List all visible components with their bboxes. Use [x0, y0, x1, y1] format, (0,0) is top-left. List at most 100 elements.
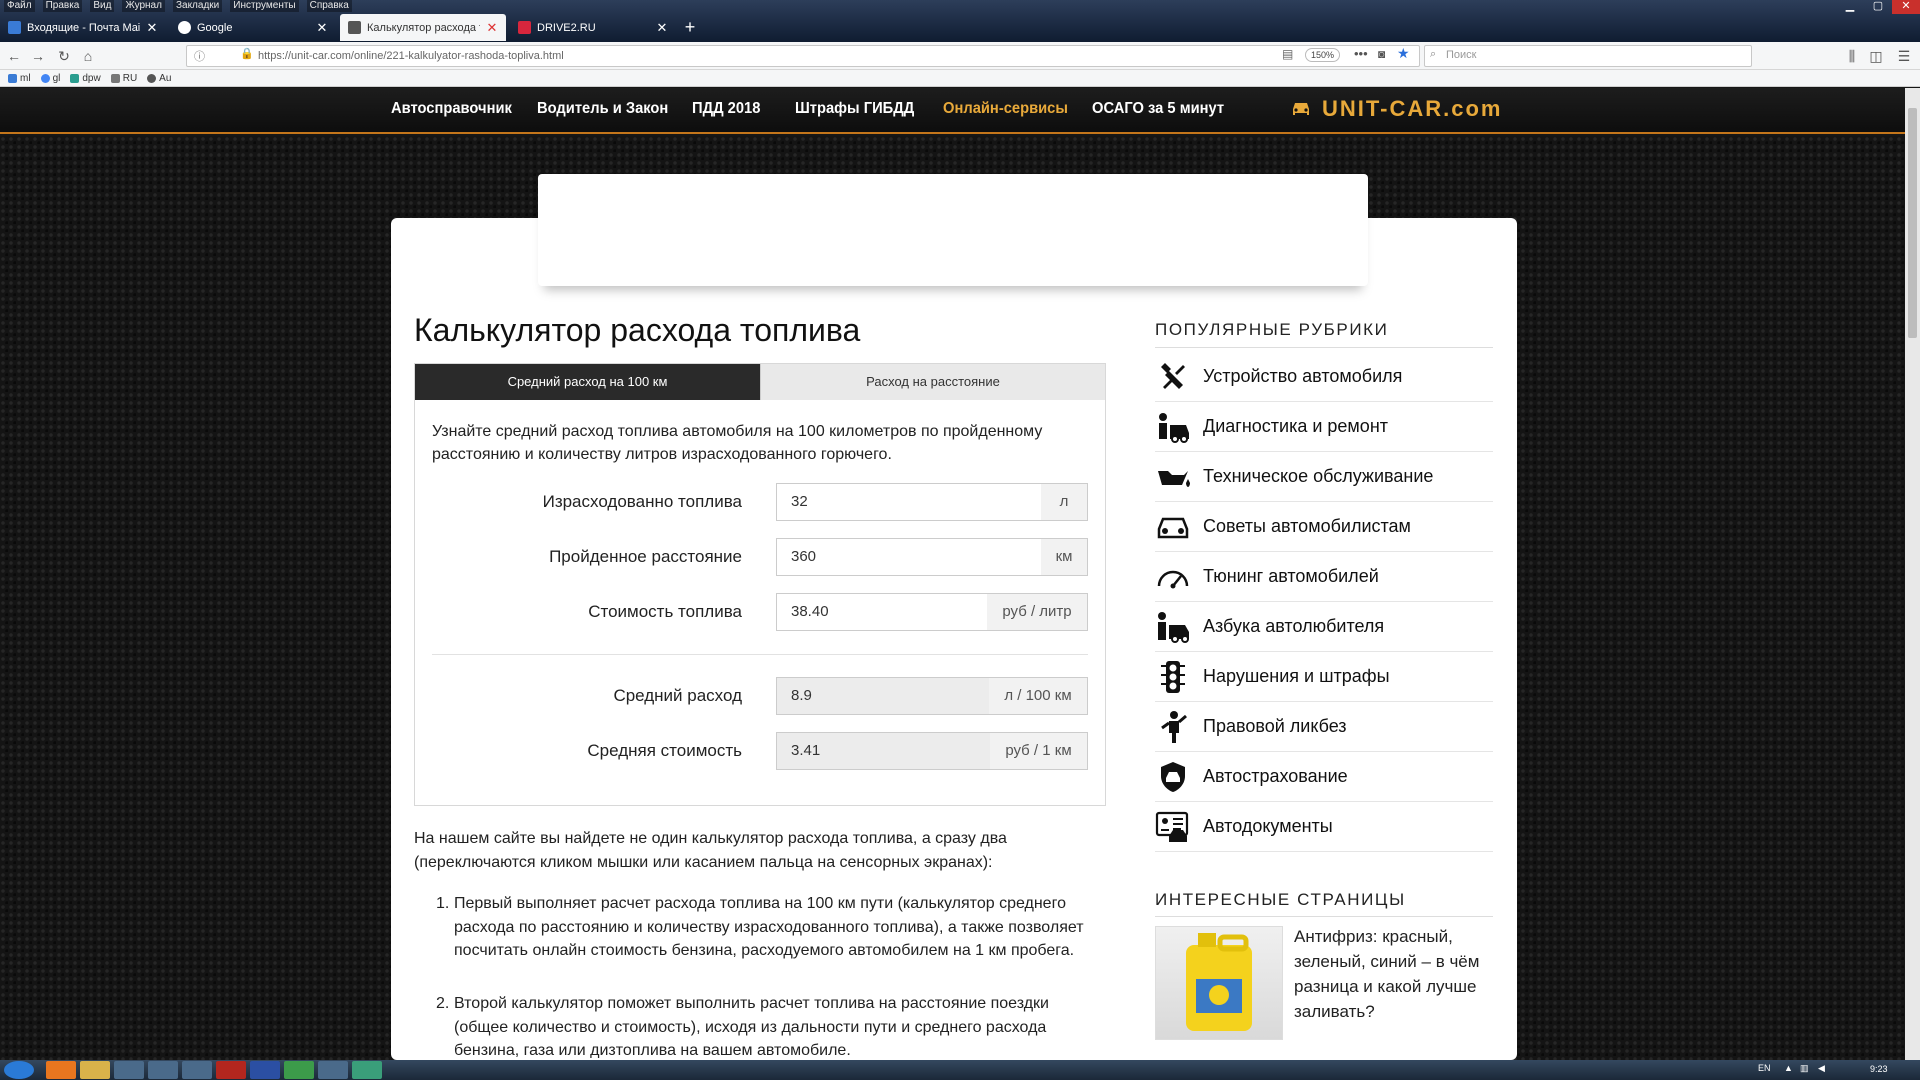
- back-arrow-icon[interactable]: ←: [4, 46, 24, 66]
- bookmark-item[interactable]: gl: [40, 73, 60, 84]
- list-number: 1.: [436, 895, 450, 912]
- interesting-page-link[interactable]: Антифриз: красный, зеленый, синий – в чё…: [1294, 924, 1494, 1024]
- menu-file[interactable]: Файл: [4, 0, 35, 12]
- network-tray-icon[interactable]: ▥: [1800, 1063, 1809, 1074]
- sidebar-item-tuning[interactable]: Тюнинг автомобилей: [1155, 552, 1493, 602]
- explorer-taskbar-icon[interactable]: [80, 1061, 110, 1079]
- reader-view-icon[interactable]: ▤: [1282, 47, 1293, 61]
- sidebar-item-violations[interactable]: Нарушения и штрафы: [1155, 652, 1493, 702]
- distance-unit: км: [1041, 538, 1088, 576]
- taskbar-app-icon[interactable]: [114, 1061, 144, 1079]
- taskbar-app-icon[interactable]: [182, 1061, 212, 1079]
- browser-tab-google[interactable]: Google ✕: [170, 14, 336, 41]
- library-icon[interactable]: ⫼: [1842, 46, 1862, 66]
- sidebar-item-diagnostics[interactable]: Диагностика и ремонт: [1155, 402, 1493, 452]
- bookmark-item[interactable]: Au: [147, 73, 171, 84]
- nav-autoreference[interactable]: Автосправочник: [391, 100, 512, 118]
- minimize-window-icon[interactable]: ▁: [1836, 0, 1864, 14]
- scrollbar-thumb[interactable]: [1908, 108, 1917, 338]
- sidebar-item-advice[interactable]: Советы автомобилистам: [1155, 502, 1493, 552]
- sidebar-divider: [1155, 347, 1493, 348]
- close-tab-icon[interactable]: ✕: [146, 20, 158, 36]
- insurance-icon: [1155, 759, 1191, 795]
- taskbar-app-icon[interactable]: [318, 1061, 348, 1079]
- bookmark-favicon-icon: [110, 73, 120, 83]
- bookmark-item[interactable]: dpw: [70, 73, 101, 84]
- browser-tab-calculator[interactable]: Калькулятор расхода топлива ✕: [340, 14, 506, 41]
- antifreeze-thumbnail[interactable]: [1155, 926, 1283, 1040]
- hamburger-menu-icon[interactable]: ☰: [1894, 46, 1914, 66]
- bookmark-star-icon[interactable]: ★: [1397, 45, 1410, 62]
- page-actions-icon[interactable]: •••: [1354, 46, 1368, 61]
- sidebar-item-documents[interactable]: Автодокументы: [1155, 802, 1493, 852]
- start-button-icon[interactable]: [4, 1061, 34, 1079]
- sidebar-item-abc[interactable]: Азбука автолюбителя: [1155, 602, 1493, 652]
- excel-taskbar-icon[interactable]: [284, 1061, 314, 1079]
- search-placeholder: Поиск: [1446, 49, 1477, 61]
- bookmarks-bar: ml gl dpw RU Au: [0, 70, 1920, 87]
- tab-distance-consumption[interactable]: Расход на расстояние: [760, 364, 1105, 400]
- sidebar-item-label: Правовой ликбез: [1203, 716, 1347, 736]
- menu-view[interactable]: Вид: [90, 0, 115, 12]
- home-icon[interactable]: ⌂: [78, 46, 98, 66]
- tray-arrow-icon[interactable]: ▲: [1784, 1063, 1793, 1073]
- sidebar-item-maintenance[interactable]: Техническое обслуживание: [1155, 452, 1493, 502]
- menu-history[interactable]: Журнал: [122, 0, 165, 12]
- bookmark-item[interactable]: ml: [8, 73, 31, 84]
- firefox-taskbar-icon[interactable]: [46, 1061, 76, 1079]
- menu-edit[interactable]: Правка: [42, 0, 83, 12]
- url-text[interactable]: https://unit-car.com/online/221-kalkulya…: [258, 48, 564, 64]
- page-title: Калькулятор расхода топлива: [414, 312, 861, 348]
- reload-icon[interactable]: ↻: [54, 46, 74, 66]
- car-advice-icon: [1155, 509, 1191, 545]
- nav-driver-law[interactable]: Водитель и Закон: [537, 100, 668, 118]
- avg-cost-label: Средняя стоимость: [587, 741, 742, 760]
- taskbar-app-icon[interactable]: [352, 1061, 382, 1079]
- bookmark-favicon-icon: [147, 73, 157, 83]
- photoshop-taskbar-icon[interactable]: [250, 1061, 280, 1079]
- bookmark-item[interactable]: RU: [110, 73, 137, 84]
- menu-bookmarks[interactable]: Закладки: [172, 0, 223, 12]
- menu-help[interactable]: Справка: [306, 0, 352, 12]
- maximize-window-icon[interactable]: ▢: [1864, 0, 1892, 14]
- fuel-price-input[interactable]: 38.40: [776, 593, 988, 631]
- close-window-icon[interactable]: ✕: [1892, 0, 1920, 14]
- pdf-taskbar-icon[interactable]: [216, 1061, 246, 1079]
- pocket-icon[interactable]: ◙: [1378, 47, 1385, 61]
- nav-pdd-2018[interactable]: ПДД 2018: [692, 100, 760, 118]
- volume-tray-icon[interactable]: ◀: [1818, 1063, 1825, 1074]
- sidebar-item-label: Техническое обслуживание: [1203, 466, 1434, 486]
- fuel-used-input[interactable]: 32: [776, 483, 1042, 521]
- close-tab-icon[interactable]: ✕: [316, 20, 328, 36]
- new-tab-button[interactable]: +: [676, 14, 704, 40]
- nav-fines[interactable]: Штрафы ГИБДД: [795, 100, 914, 118]
- tab-title: Входящие - Почта Mail.Ru: [27, 21, 140, 34]
- driver-icon: [1155, 609, 1191, 645]
- browser-tab-drive2[interactable]: DRIVE2.RU ✕: [510, 14, 676, 41]
- nav-osago[interactable]: ОСАГО за 5 минут: [1092, 100, 1224, 118]
- avg-consumption-unit: л / 100 км: [989, 677, 1088, 715]
- forward-arrow-icon[interactable]: →: [28, 46, 48, 66]
- tab-average-consumption[interactable]: Средний расход на 100 км: [415, 364, 760, 400]
- zoom-level-badge[interactable]: 150%: [1305, 48, 1341, 62]
- avg-cost-output: 3.41: [776, 732, 991, 770]
- browser-tab-mail[interactable]: Входящие - Почта Mail.Ru ✕: [0, 14, 166, 41]
- sidebar-toggle-icon[interactable]: ◫: [1866, 46, 1886, 66]
- documents-icon: [1155, 809, 1191, 845]
- logo-car-icon: [1293, 103, 1309, 115]
- keyboard-language[interactable]: EN: [1758, 1063, 1771, 1073]
- sidebar-item-insurance[interactable]: Автострахование: [1155, 752, 1493, 802]
- distance-input[interactable]: 360: [776, 538, 1042, 576]
- site-logo[interactable]: UNIT-CAR.com: [1290, 96, 1502, 122]
- taskbar-app-icon[interactable]: [148, 1061, 178, 1079]
- sidebar-item-label: Устройство автомобиля: [1203, 366, 1403, 386]
- nav-online-services[interactable]: Онлайн-сервисы: [943, 100, 1068, 118]
- menu-tools[interactable]: Инструменты: [230, 0, 299, 12]
- sidebar-item-car-structure[interactable]: Устройство автомобиля: [1155, 352, 1493, 402]
- close-tab-icon[interactable]: ✕: [656, 20, 668, 36]
- bookmark-favicon-icon: [40, 73, 50, 83]
- taskbar-clock[interactable]: 9:23: [1870, 1064, 1888, 1074]
- sidebar-item-legal[interactable]: Правовой ликбез: [1155, 702, 1493, 752]
- site-info-icon[interactable]: ⓘ: [194, 48, 205, 64]
- close-tab-icon[interactable]: ✕: [486, 20, 498, 36]
